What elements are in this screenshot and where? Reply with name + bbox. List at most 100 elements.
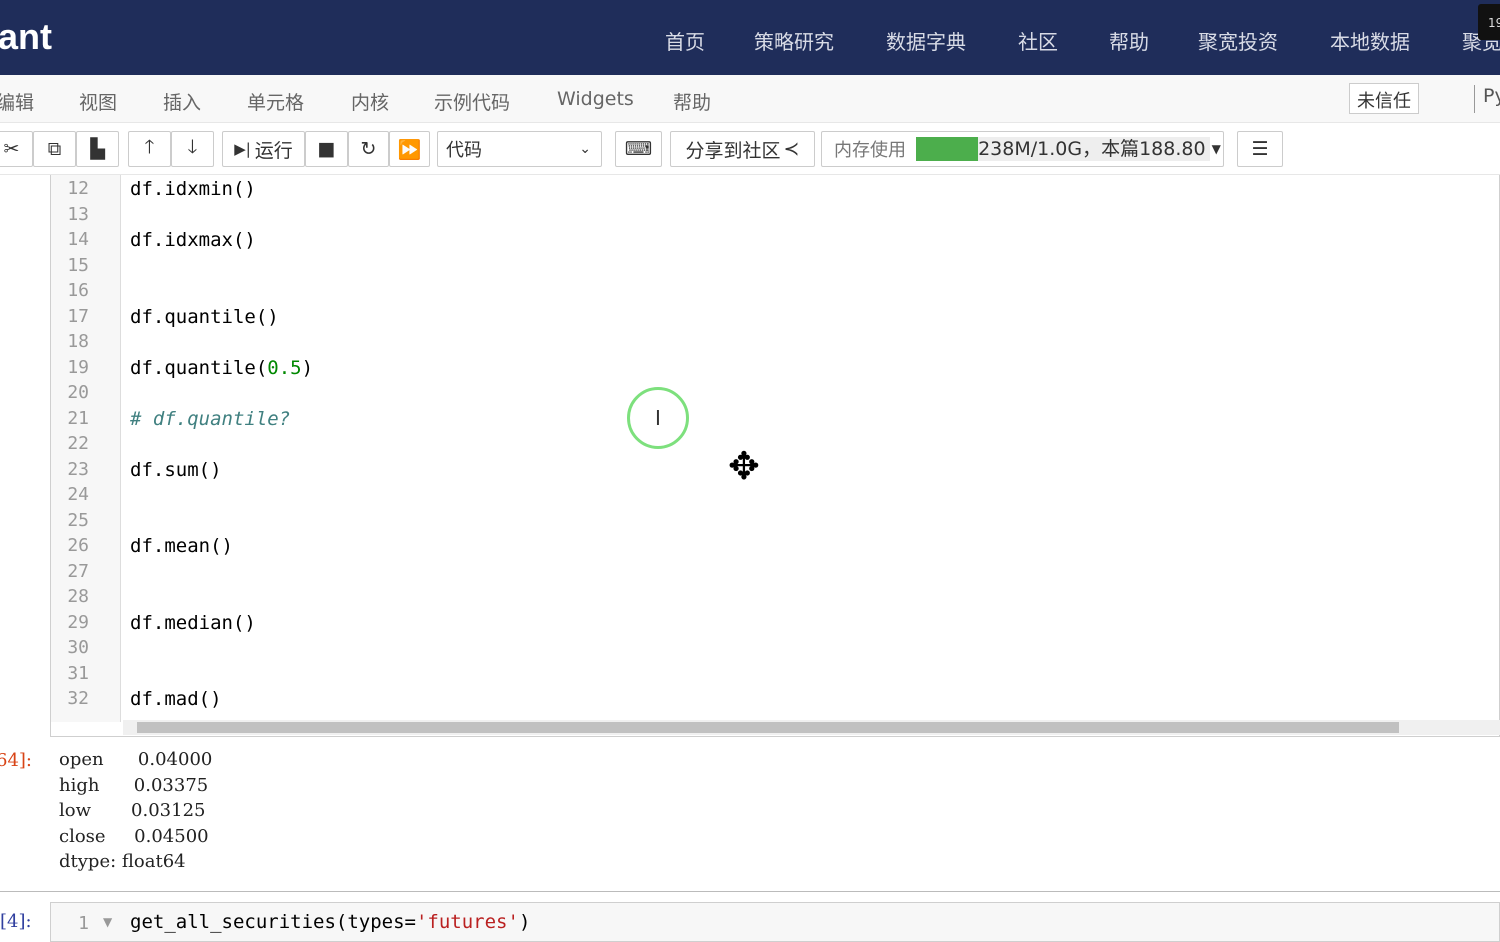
- code-line: df.sum(): [130, 458, 222, 481]
- share-icon: ≺: [783, 138, 800, 160]
- text-cursor-icon: I: [655, 406, 661, 430]
- keyboard-button[interactable]: ⌨: [615, 131, 662, 167]
- line-number: 14: [67, 229, 89, 250]
- line-number: 25: [67, 509, 89, 531]
- cell-divider: [0, 891, 1500, 892]
- paste-button[interactable]: ▙: [76, 131, 119, 167]
- scrollbar-thumb[interactable]: [137, 722, 1399, 733]
- top-navbar: ant 首页 策略研究 数据字典 社区 帮助 聚宽投资 本地数据 聚宽 19: [0, 0, 1500, 75]
- code-line: df.idxmax(): [130, 229, 256, 251]
- line-number: 26: [67, 535, 89, 556]
- code-line: # df.quantile?: [130, 407, 291, 430]
- copy-button[interactable]: ⧉: [33, 131, 76, 167]
- line-number: 31: [67, 662, 89, 684]
- nav-community[interactable]: 社区: [1018, 26, 1058, 55]
- nav-data-dict[interactable]: 数据字典: [886, 26, 966, 55]
- code-line: df.quantile(): [130, 305, 279, 328]
- code-cell-next[interactable]: 1 ▼ get_all_securities(types='futures'): [50, 902, 1500, 942]
- share-button[interactable]: 分享到社区 ≺: [670, 131, 815, 167]
- arrow-up-icon: 🡑: [144, 136, 155, 158]
- code-line: df.median(): [130, 611, 256, 634]
- restart-button[interactable]: ↻: [348, 131, 389, 167]
- line-number: 15: [67, 254, 89, 276]
- stop-button[interactable]: ■: [305, 131, 348, 167]
- line-number: 16: [67, 280, 89, 301]
- menu-insert[interactable]: 插入: [163, 88, 201, 115]
- output-row: low 0.03125: [59, 800, 206, 821]
- move-up-button[interactable]: 🡑: [128, 131, 171, 167]
- toc-button[interactable]: ☰: [1237, 131, 1283, 167]
- memory-text: 238M/1.0G，本篇188.80: [978, 137, 1210, 161]
- run-label: 运行: [254, 139, 293, 162]
- cell-type-value: 代码: [446, 140, 482, 161]
- memory-label: 内存使用: [834, 140, 906, 161]
- move-down-button[interactable]: 🡓: [171, 131, 214, 167]
- line-number: 32: [67, 688, 89, 709]
- line-number: 21: [67, 407, 89, 429]
- line-number: 22: [67, 433, 89, 454]
- memory-bar: [916, 137, 979, 161]
- copy-icon: ⧉: [47, 138, 62, 160]
- line-number: 19: [67, 356, 89, 378]
- menu-widgets[interactable]: Widgets: [557, 88, 634, 110]
- step-icon: ▶|: [234, 140, 251, 158]
- stop-icon: ■: [317, 138, 336, 160]
- fast-forward-icon: ⏩: [397, 138, 422, 161]
- input-prompt: [4]:: [0, 911, 32, 932]
- share-label: 分享到社区: [685, 139, 781, 162]
- menubar: 编辑 视图 插入 单元格 内核 示例代码 Widgets 帮助 未信任 Py: [0, 75, 1500, 123]
- menu-help[interactable]: 帮助: [673, 88, 711, 115]
- chevron-down-icon: ⌄: [579, 141, 591, 157]
- nav-invest[interactable]: 聚宽投资: [1198, 26, 1278, 55]
- line-number: 13: [67, 203, 89, 225]
- move-cursor-icon: ✥: [728, 444, 760, 488]
- scissors-icon: ✂: [3, 138, 20, 160]
- code-line: df.idxmin(): [130, 178, 256, 200]
- code-line: df.mean(): [130, 535, 233, 557]
- line-number: 23: [67, 458, 89, 480]
- cut-button[interactable]: ✂: [0, 131, 33, 167]
- caret-down-icon: ▼: [1211, 142, 1221, 156]
- menu-view[interactable]: 视图: [79, 88, 117, 115]
- fold-arrow-icon[interactable]: ▼: [103, 915, 112, 929]
- code-cell[interactable]: 12 df.idxmin() 13 14 df.idxmax() 15 16 17 df.qua…: [50, 175, 1500, 737]
- line-number: 1: [78, 913, 89, 934]
- cell-type-select[interactable]: 代码 ⌄: [437, 131, 602, 167]
- kernel-indicator: Py: [1474, 85, 1500, 113]
- line-number: 27: [67, 560, 89, 582]
- menu-examples[interactable]: 示例代码: [434, 88, 510, 115]
- badge: 19: [1478, 4, 1500, 40]
- paste-icon: ▙: [90, 138, 105, 160]
- line-number: 18: [67, 331, 89, 352]
- output-row: high 0.03375: [59, 774, 209, 796]
- nav-strategy[interactable]: 策略研究: [754, 26, 834, 55]
- memory-usage[interactable]: 内存使用 238M/1.0G，本篇188.80 ▼: [821, 131, 1224, 167]
- code-line: get_all_securities(types='futures'): [130, 911, 531, 933]
- code-line: df.quantile(0.5): [130, 356, 314, 379]
- horizontal-scrollbar[interactable]: [123, 720, 1500, 735]
- run-button[interactable]: ▶| 运行: [222, 131, 305, 167]
- line-number: 12: [67, 178, 89, 199]
- logo: ant: [0, 16, 52, 57]
- output-row: open 0.04000: [59, 749, 213, 770]
- line-number: 28: [67, 586, 89, 607]
- output-row: close 0.04500: [59, 825, 209, 847]
- line-number: 30: [67, 637, 89, 658]
- output-row: dtype: float64: [59, 851, 186, 872]
- menu-edit[interactable]: 编辑: [0, 88, 34, 115]
- run-all-button[interactable]: ⏩: [389, 131, 430, 167]
- nav-home[interactable]: 首页: [665, 26, 705, 55]
- line-number: 20: [67, 382, 89, 403]
- line-number: 29: [67, 611, 89, 633]
- keyboard-icon: ⌨: [624, 138, 653, 160]
- menu-kernel[interactable]: 内核: [351, 88, 389, 115]
- line-number: 24: [67, 484, 89, 505]
- code-line: df.mad(): [130, 688, 222, 710]
- menu-cell[interactable]: 单元格: [247, 88, 304, 115]
- toolbar: ✂ ⧉ ▙ 🡑 🡓 ▶| 运行 ■ ↻ ⏩ 代码 ⌄ ⌨ 分享到社区 ≺ 内存使用 23…: [0, 123, 1500, 175]
- list-icon: ☰: [1251, 138, 1269, 160]
- nav-local-data[interactable]: 本地数据: [1330, 26, 1410, 55]
- restart-icon: ↻: [360, 138, 377, 160]
- trust-indicator[interactable]: 未信任: [1349, 83, 1419, 114]
- nav-help[interactable]: 帮助: [1109, 26, 1149, 55]
